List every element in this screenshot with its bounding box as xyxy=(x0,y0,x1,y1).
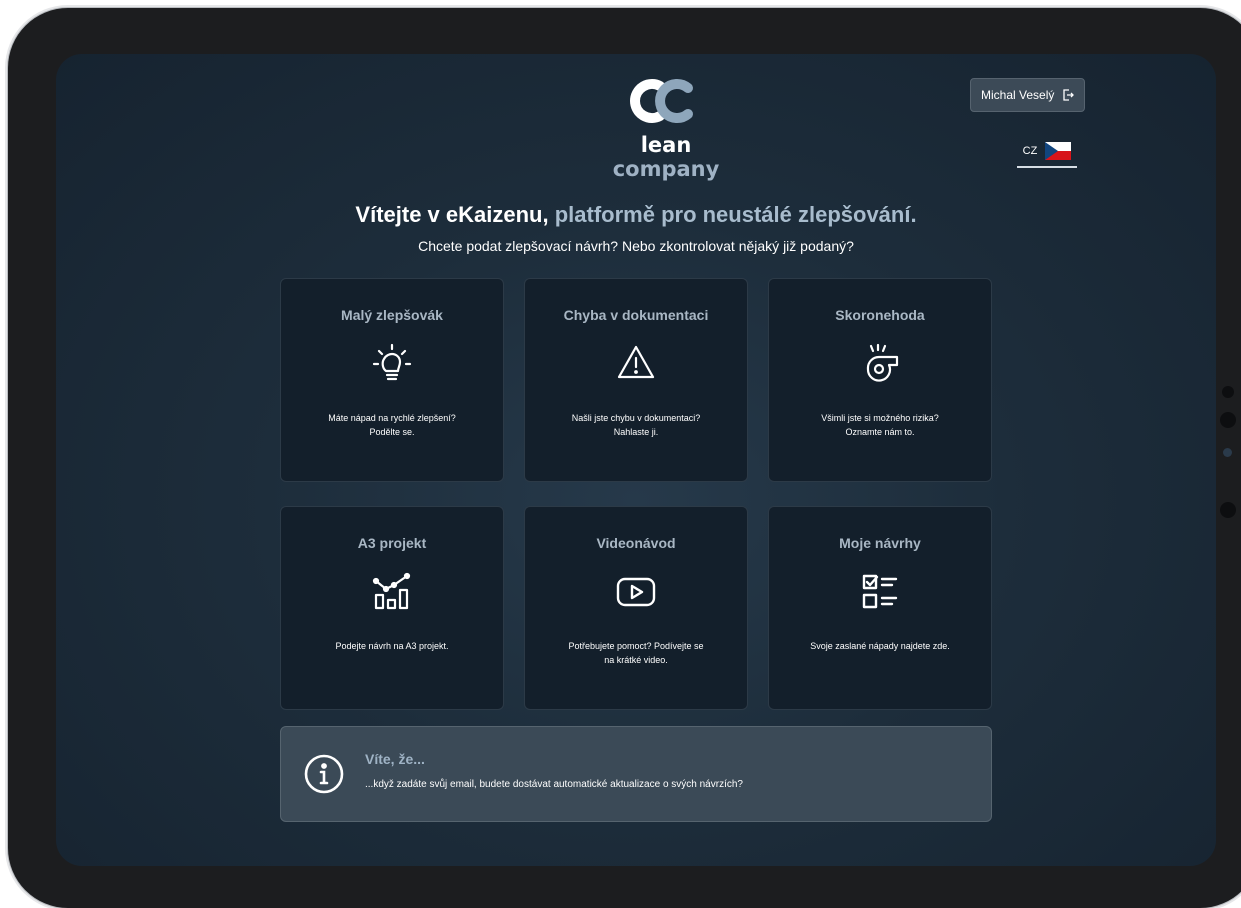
app-screen: lean company Michal Veselý CZ Vítejte v … xyxy=(56,54,1216,866)
card-title: Malý zlepšovák xyxy=(341,307,443,323)
logout-icon xyxy=(1063,89,1075,101)
camera-lens xyxy=(1220,412,1236,428)
card-description: Svoje zaslané nápady najdete zde. xyxy=(810,641,950,651)
lightbulb-icon xyxy=(372,343,412,381)
card-videonavod[interactable]: Videonávod Potřebujete pomoct? Podívejte… xyxy=(524,506,748,710)
card-a3-projekt[interactable]: A3 projekt Podejte návrh na A3 projekt. xyxy=(280,506,504,710)
sensor-dot xyxy=(1223,448,1232,457)
page-title: Vítejte v eKaizenu, platformě pro neustá… xyxy=(355,202,917,227)
card-moje-navrhy[interactable]: Moje návrhy Svoje zaslané nápady najdete… xyxy=(768,506,992,710)
card-description: Máte nápad na rychlé zlepšení? Podělte s… xyxy=(328,413,456,437)
card-title: Chyba v dokumentaci xyxy=(563,307,709,323)
card-description: Potřebujete pomoct? Podívejte se na krát… xyxy=(568,641,704,665)
company-logo: lean company xyxy=(586,76,746,181)
video-play-icon xyxy=(616,577,656,607)
user-name: Michal Veselý xyxy=(981,88,1055,102)
info-text: ...když zadáte svůj email, budete dostáv… xyxy=(365,779,743,790)
card-title: Videonávod xyxy=(596,535,676,551)
card-title: Skoronehoda xyxy=(835,307,925,323)
language-selector[interactable]: CZ xyxy=(1017,142,1077,168)
warning-triangle-icon xyxy=(617,345,655,379)
checklist-icon xyxy=(862,574,898,609)
camera-lens-2 xyxy=(1220,502,1236,518)
card-description: Podejte návrh na A3 projekt. xyxy=(335,641,449,651)
card-maly-zlepsovak[interactable]: Malý zlepšovák Máte nápad na rychlé zlep… xyxy=(280,278,504,482)
card-description: Všimli jste si možného rizika? Oznamte n… xyxy=(821,413,939,437)
camera-dot xyxy=(1222,386,1234,398)
tablet-frame: lean company Michal Veselý CZ Vítejte v … xyxy=(8,8,1241,908)
logo-wordmark: lean company xyxy=(612,133,720,181)
user-logout-button[interactable]: Michal Veselý xyxy=(970,78,1086,112)
card-title: A3 projekt xyxy=(357,535,427,551)
info-title: Víte, že... xyxy=(365,751,425,767)
card-title: Moje návrhy xyxy=(839,535,921,551)
page-subtitle: Chcete podat zlepšovací návrh? Nebo zkon… xyxy=(418,238,854,254)
info-tip-box: Víte, že... ...když zadáte svůj email, b… xyxy=(280,726,992,822)
info-icon xyxy=(304,754,344,794)
card-chyba-v-dokumentaci[interactable]: Chyba v dokumentaci Našli jste chybu v d… xyxy=(524,278,748,482)
card-skoronehoda[interactable]: Skoronehoda Všimli jste si možného rizik… xyxy=(768,278,992,482)
card-description: Našli jste chybu v dokumentaci? Nahlaste… xyxy=(571,413,701,437)
czech-flag-icon xyxy=(1045,142,1072,160)
chart-icon xyxy=(372,572,411,610)
language-code: CZ xyxy=(1022,145,1038,157)
logo-mark-icon xyxy=(630,79,693,123)
whistle-icon xyxy=(866,343,899,382)
